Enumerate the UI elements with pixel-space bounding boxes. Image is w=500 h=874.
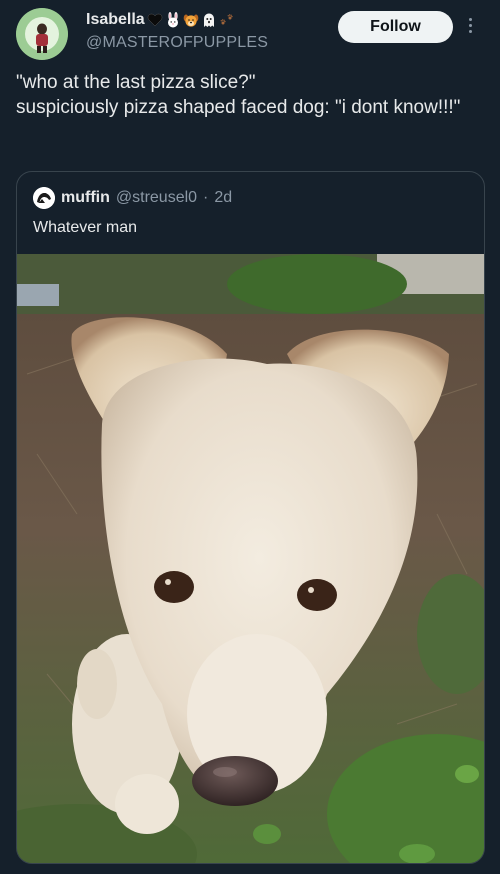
more-options-icon[interactable]: [464, 16, 476, 38]
quoted-author-avatar: [33, 187, 55, 209]
author-display-name[interactable]: Isabella: [86, 11, 145, 29]
quoted-post-photo[interactable]: [17, 254, 484, 863]
quoted-author-handle: @streusel0: [115, 189, 198, 206]
post-header: Isabella @MASTEROFPUPPLES Follow: [0, 0, 500, 60]
black-heart-emoji: [147, 13, 162, 27]
post-text: "who at the last pizza slice?" suspiciou…: [16, 72, 461, 118]
ghost-emoji: [203, 13, 214, 27]
quoted-post[interactable]: muffin @streusel0 · 2d Whatever man: [16, 171, 485, 864]
separator-dot: ·: [203, 189, 209, 206]
author-handle[interactable]: @MASTEROFPUPPLES: [86, 34, 268, 52]
dog-face-emoji: [183, 14, 199, 27]
rabbit-emoji: [167, 12, 178, 28]
quoted-post-text: Whatever man: [33, 219, 138, 236]
quoted-post-time: 2d: [214, 189, 233, 206]
author-avatar[interactable]: [16, 8, 68, 60]
quoted-author-name: muffin: [61, 189, 110, 206]
follow-button[interactable]: Follow: [338, 11, 453, 43]
author-name-row[interactable]: Isabella: [86, 10, 235, 30]
paw-prints-emoji: [220, 14, 233, 25]
quoted-post-header: muffin @streusel0 · 2d: [33, 187, 232, 209]
